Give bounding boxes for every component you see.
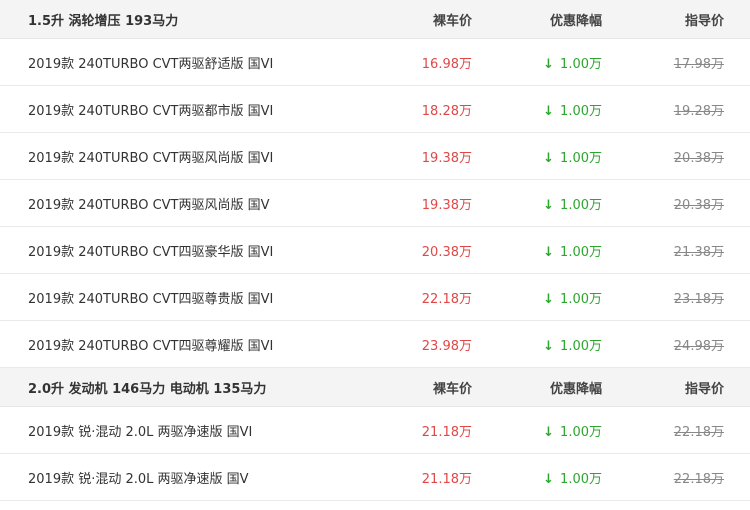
price-value: 19.38万 xyxy=(421,197,472,213)
trim-name[interactable]: 2019款 锐·混动 2.0L 两驱净速版 国V xyxy=(0,468,360,487)
discount-value: 1.00万 xyxy=(560,424,602,440)
discount-value: 1.00万 xyxy=(560,338,602,354)
price-value: 21.18万 xyxy=(421,471,472,487)
down-arrow-icon: ↓ xyxy=(543,244,555,260)
discount-cell: ↓ 1.00万 xyxy=(472,468,602,487)
col-header-price: 裸车价 xyxy=(432,381,472,397)
discount-cell: ↓ 1.00万 xyxy=(472,335,602,354)
discount-value: 1.00万 xyxy=(560,56,602,72)
table-row[interactable]: 2019款 锐·混动 2.0L 两驱净速版 国VI 21.18万 ↓ 1.00万 … xyxy=(0,407,750,454)
table-row[interactable]: 2019款 240TURBO CVT四驱尊贵版 国VI 22.18万 ↓ 1.00… xyxy=(0,274,750,321)
price-value: 20.38万 xyxy=(421,244,472,260)
trim-name[interactable]: 2019款 240TURBO CVT四驱尊耀版 国VI xyxy=(0,335,360,354)
guide-price: 21.38万 xyxy=(673,244,724,260)
col-header-discount: 优惠降幅 xyxy=(549,13,602,29)
guide-price: 17.98万 xyxy=(673,56,724,72)
guide-price: 20.38万 xyxy=(673,150,724,166)
group-title: 1.5升 涡轮增压 193马力 xyxy=(28,13,179,29)
guide-price: 23.18万 xyxy=(673,291,724,307)
price-value: 23.98万 xyxy=(421,338,472,354)
down-arrow-icon: ↓ xyxy=(543,291,555,307)
down-arrow-icon: ↓ xyxy=(543,197,555,213)
trim-name[interactable]: 2019款 240TURBO CVT两驱舒适版 国VI xyxy=(0,53,360,72)
down-arrow-icon: ↓ xyxy=(543,338,555,354)
price-value: 18.28万 xyxy=(421,103,472,119)
guide-price: 24.98万 xyxy=(673,338,724,354)
col-header-guide: 指导价 xyxy=(684,13,724,29)
trim-name[interactable]: 2019款 240TURBO CVT四驱尊贵版 国VI xyxy=(0,288,360,307)
discount-cell: ↓ 1.00万 xyxy=(472,421,602,440)
guide-price: 20.38万 xyxy=(673,197,724,213)
discount-value: 1.00万 xyxy=(560,291,602,307)
discount-value: 1.00万 xyxy=(560,197,602,213)
discount-value: 1.00万 xyxy=(560,103,602,119)
discount-cell: ↓ 1.00万 xyxy=(472,100,602,119)
discount-cell: ↓ 1.00万 xyxy=(472,53,602,72)
price-value: 21.18万 xyxy=(421,424,472,440)
trim-name[interactable]: 2019款 240TURBO CVT四驱豪华版 国VI xyxy=(0,241,360,260)
table-row[interactable]: 2019款 锐·混动 2.0L 两驱净速版 国V 21.18万 ↓ 1.00万 2… xyxy=(0,454,750,501)
table-row[interactable]: 2019款 240TURBO CVT两驱风尚版 国V 19.38万 ↓ 1.00万… xyxy=(0,180,750,227)
down-arrow-icon: ↓ xyxy=(543,103,555,119)
table-row[interactable]: 2019款 240TURBO CVT两驱风尚版 国VI 19.38万 ↓ 1.00… xyxy=(0,133,750,180)
trim-name[interactable]: 2019款 240TURBO CVT两驱风尚版 国V xyxy=(0,194,360,213)
down-arrow-icon: ↓ xyxy=(543,424,555,440)
discount-cell: ↓ 1.00万 xyxy=(472,147,602,166)
down-arrow-icon: ↓ xyxy=(543,150,555,166)
col-header-guide: 指导价 xyxy=(684,381,724,397)
discount-cell: ↓ 1.00万 xyxy=(472,241,602,260)
price-value: 16.98万 xyxy=(421,56,472,72)
guide-price: 22.18万 xyxy=(673,424,724,440)
price-table: 1.5升 涡轮增压 193马力 裸车价 优惠降幅 指导价 2019款 240TU… xyxy=(0,0,750,501)
guide-price: 19.28万 xyxy=(673,103,724,119)
discount-cell: ↓ 1.00万 xyxy=(472,288,602,307)
group-header: 1.5升 涡轮增压 193马力 裸车价 优惠降幅 指导价 xyxy=(0,0,750,39)
down-arrow-icon: ↓ xyxy=(543,56,555,72)
table-row[interactable]: 2019款 240TURBO CVT四驱豪华版 国VI 20.38万 ↓ 1.00… xyxy=(0,227,750,274)
price-value: 22.18万 xyxy=(421,291,472,307)
discount-value: 1.00万 xyxy=(560,244,602,260)
guide-price: 22.18万 xyxy=(673,471,724,487)
group-title: 2.0升 发动机 146马力 电动机 135马力 xyxy=(28,381,267,397)
table-row[interactable]: 2019款 240TURBO CVT两驱舒适版 国VI 16.98万 ↓ 1.00… xyxy=(0,39,750,86)
price-value: 19.38万 xyxy=(421,150,472,166)
trim-name[interactable]: 2019款 240TURBO CVT两驱风尚版 国VI xyxy=(0,147,360,166)
table-row[interactable]: 2019款 240TURBO CVT四驱尊耀版 国VI 23.98万 ↓ 1.00… xyxy=(0,321,750,368)
group-header: 2.0升 发动机 146马力 电动机 135马力 裸车价 优惠降幅 指导价 xyxy=(0,368,750,407)
trim-name[interactable]: 2019款 240TURBO CVT两驱都市版 国VI xyxy=(0,100,360,119)
table-row[interactable]: 2019款 240TURBO CVT两驱都市版 国VI 18.28万 ↓ 1.00… xyxy=(0,86,750,133)
discount-value: 1.00万 xyxy=(560,150,602,166)
col-header-price: 裸车价 xyxy=(432,13,472,29)
discount-value: 1.00万 xyxy=(560,471,602,487)
down-arrow-icon: ↓ xyxy=(543,471,555,487)
trim-name[interactable]: 2019款 锐·混动 2.0L 两驱净速版 国VI xyxy=(0,421,360,440)
col-header-discount: 优惠降幅 xyxy=(549,381,602,397)
discount-cell: ↓ 1.00万 xyxy=(472,194,602,213)
